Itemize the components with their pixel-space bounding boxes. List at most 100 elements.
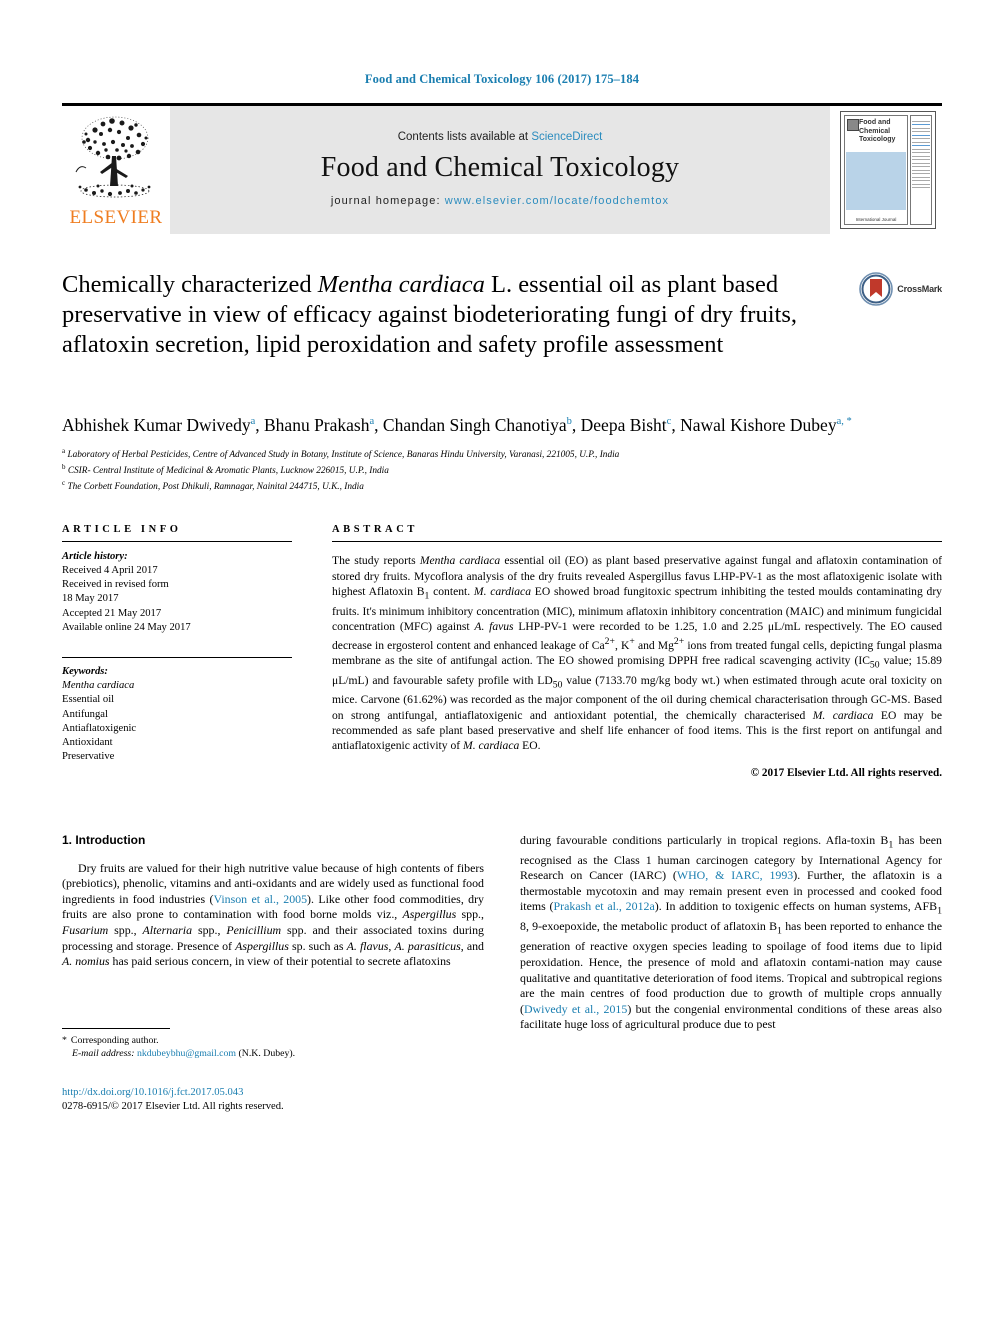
- doi-link[interactable]: http://dx.doi.org/10.1016/j.fct.2017.05.…: [62, 1086, 484, 1100]
- keyword-item: Essential oil: [62, 694, 115, 706]
- cover-logo-square: [847, 119, 859, 131]
- abstract-frag: and Mg: [634, 638, 674, 652]
- genus-name: Aspergillus: [402, 907, 457, 922]
- abstract-species: M. cardiaca: [463, 739, 520, 753]
- abstract-frag: The study reports: [332, 554, 420, 568]
- keyword-item: Antifungal: [62, 708, 108, 720]
- author-name: Bhanu Prakash: [264, 414, 370, 435]
- abstract-subscript: 50: [869, 659, 880, 671]
- abstract-superscript: 2+: [673, 636, 685, 648]
- para-frag: 8, 9-exoepoxide, the metabolic product o…: [520, 919, 778, 934]
- email-link[interactable]: nkdubeybhu@gmail.com: [137, 1048, 236, 1059]
- elsevier-wordmark: ELSEVIER: [69, 207, 163, 228]
- divider: [62, 656, 292, 658]
- page-title: Chemically characterized Mentha cardiaca…: [62, 270, 832, 360]
- journal-title: Food and Chemical Toxicology: [320, 152, 680, 183]
- homepage-link[interactable]: www.elsevier.com/locate/foodchemtox: [445, 195, 669, 207]
- affiliation-list: a Laboratory of Herbal Pesticides, Centr…: [62, 445, 942, 494]
- para-frag: spp.,: [192, 923, 227, 938]
- author-name: Abhishek Kumar Dwivedy: [62, 414, 251, 435]
- para-frag: , and: [460, 938, 485, 953]
- title-part-1: Chemically characterized: [62, 271, 318, 298]
- species-name: A. parasiticus: [394, 938, 461, 953]
- paper-page: Food and Chemical Toxicology 106 (2017) …: [0, 0, 992, 1323]
- article-info-column: ARTICLE INFO Article history: Received 4…: [62, 524, 292, 779]
- sciencedirect-link[interactable]: ScienceDirect: [531, 131, 602, 143]
- affiliation-text: The Corbett Foundation, Post Dhikuli, Ra…: [67, 482, 364, 493]
- para-frag: ). In addition to toxigenic effects on h…: [654, 899, 938, 914]
- cover-sidebar: [910, 115, 932, 225]
- affiliation-text: Laboratory of Herbal Pesticides, Centre …: [67, 449, 620, 460]
- keywords-block: Keywords: Mentha cardiaca Essential oil …: [62, 656, 292, 764]
- intro-paragraph-right: during favourable conditions particularl…: [520, 833, 942, 1033]
- affiliation-mark: c: [62, 479, 66, 488]
- elsevier-tree-icon: [75, 116, 151, 198]
- genus-name: Penicillium: [226, 923, 282, 938]
- crossmark-badge[interactable]: CrossMark: [859, 272, 942, 306]
- genus-name: Fusarium: [62, 923, 109, 938]
- author-name: Deepa Bisht: [580, 414, 667, 435]
- body-columns: 1. Introduction Dry fruits are valued fo…: [62, 833, 942, 1114]
- para-frag: during favourable conditions particularl…: [520, 832, 889, 847]
- abstract-species: M. cardiaca: [473, 584, 532, 598]
- intro-paragraph-left: Dry fruits are valued for their high nut…: [62, 861, 484, 970]
- crossmark-icon: [859, 272, 894, 306]
- elsevier-logo: ELSEVIER: [62, 106, 170, 234]
- abstract-species: M. cardiaca: [812, 708, 874, 722]
- author-separator: ,: [374, 414, 383, 435]
- genus-name: Aspergillus: [235, 938, 289, 953]
- citation-link[interactable]: WHO, & IARC, 1993: [677, 868, 793, 882]
- keyword-item: Antioxidant: [62, 736, 113, 748]
- footnote-area: * Corresponding author. E-mail address: n…: [62, 1027, 484, 1114]
- author-affiliation-mark[interactable]: a, *: [837, 416, 852, 427]
- copyright-notice: © 2017 Elsevier Ltd. All rights reserved…: [750, 766, 942, 779]
- history-item: Available online 24 May 2017: [62, 621, 191, 633]
- citation-link[interactable]: Prakash et al., 2012a: [554, 899, 655, 913]
- contents-prefix: Contents lists available at: [397, 131, 532, 143]
- body-column-right: during favourable conditions particularl…: [520, 833, 942, 1114]
- title-species-name: Mentha cardiaca: [317, 271, 485, 298]
- para-frag: spp.,: [108, 923, 143, 938]
- para-frag: sp. such as: [288, 938, 347, 953]
- asterisk-icon: *: [62, 1034, 67, 1046]
- divider: [332, 540, 942, 542]
- subscript: 1: [937, 905, 943, 917]
- abstract-heading: ABSTRACT: [332, 523, 418, 535]
- article-info-heading: ARTICLE INFO: [62, 523, 182, 535]
- author-separator: ,: [571, 414, 581, 435]
- keyword-item: Mentha cardiaca: [62, 680, 135, 692]
- history-item: 18 May 2017: [62, 593, 119, 605]
- footnote-divider: [62, 1027, 170, 1029]
- abstract-superscript: 2+: [604, 636, 615, 648]
- author-list: Abhishek Kumar Dwivedya, Bhanu Prakasha,…: [62, 410, 862, 437]
- info-abstract-section: ARTICLE INFO Article history: Received 4…: [62, 524, 942, 779]
- citation-link[interactable]: Dwivedy et al., 2015: [524, 1002, 627, 1016]
- email-label: E-mail address:: [72, 1047, 135, 1059]
- article-history: Article history: Received 4 April 2017 R…: [62, 550, 292, 635]
- abstract-species: A. favus: [474, 619, 514, 633]
- affiliation-mark: b: [62, 463, 66, 472]
- corresponding-author-note: * Corresponding author.: [62, 1034, 484, 1047]
- abstract-frag: content.: [429, 584, 474, 598]
- divider: [62, 540, 292, 542]
- author-name: Nawal Kishore Dubey: [680, 414, 837, 435]
- journal-band: Contents lists available at ScienceDirec…: [170, 106, 830, 234]
- cover-footer-text: International Journal: [855, 217, 897, 222]
- doi-block: http://dx.doi.org/10.1016/j.fct.2017.05.…: [62, 1086, 484, 1114]
- contents-line: Contents lists available at ScienceDirec…: [398, 131, 603, 143]
- running-head: Food and Chemical Toxicology 106 (2017) …: [364, 72, 640, 86]
- corresponding-author-label: Corresponding author.: [70, 1034, 159, 1046]
- citation-link[interactable]: Vinson et al., 2005: [213, 892, 307, 906]
- affiliation-item: a Laboratory of Herbal Pesticides, Centr…: [62, 445, 942, 461]
- species-name: A. flavus: [346, 938, 389, 953]
- para-frag: has paid serious concern, in view of the…: [109, 954, 451, 969]
- cover-color-block: [846, 152, 906, 210]
- affiliation-item: c The Corbett Foundation, Post Dhikuli, …: [62, 477, 942, 493]
- abstract-frag: , K: [614, 638, 630, 652]
- species-name: A. nomius: [62, 954, 110, 969]
- email-note: E-mail address: nkdubeybhu@gmail.com (N.…: [62, 1047, 484, 1060]
- issn-copyright: 0278-6915/© 2017 Elsevier Ltd. All right…: [62, 1100, 284, 1112]
- email-owner: (N.K. Dubey).: [238, 1047, 296, 1059]
- journal-homepage-line: journal homepage: www.elsevier.com/locat…: [331, 195, 669, 207]
- crossmark-label: CrossMark: [897, 284, 942, 294]
